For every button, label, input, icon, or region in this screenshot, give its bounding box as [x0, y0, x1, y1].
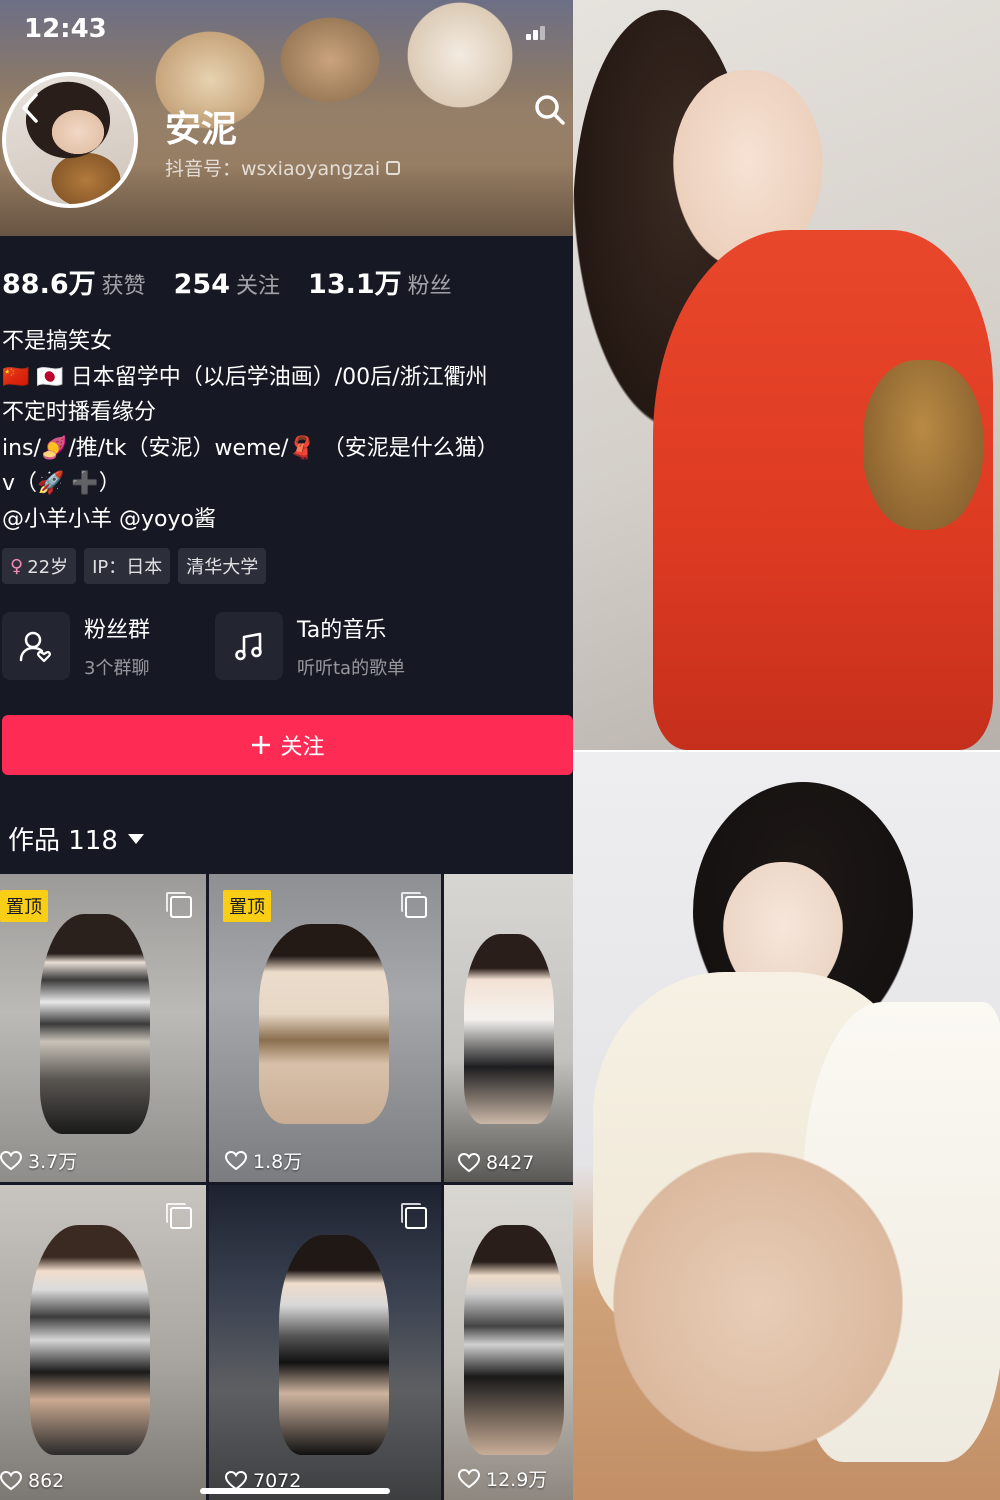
like-count-value: 1.8万	[253, 1151, 303, 1173]
works-tab[interactable]: 作品 118	[8, 820, 144, 857]
status-time: 12:43	[24, 14, 107, 44]
stat-value: 88.6万	[2, 269, 96, 300]
female-icon: ♀	[10, 555, 24, 577]
video-grid: 置顶 3.7万 置顶 1.8万 8427 862 7072 12.9万	[0, 874, 573, 1500]
heart-icon	[458, 1153, 480, 1173]
tag-ip: IP：日本	[84, 548, 171, 584]
copy-icon[interactable]	[386, 160, 401, 175]
like-count-value: 3.7万	[28, 1151, 78, 1173]
stat-followers[interactable]: 13.1万 粉丝	[308, 262, 452, 301]
stat-following[interactable]: 254 关注	[174, 268, 280, 300]
bio-line: ins/🍠/推/tk（安泥）weme/🧣 （安泥是什么猫）	[2, 435, 499, 461]
tag-label: 清华大学	[186, 557, 259, 578]
tag-label: IP：日本	[92, 557, 163, 578]
feature-title: 粉丝群	[84, 618, 151, 643]
heart-icon	[0, 1150, 22, 1170]
video-tile[interactable]: 12.9万	[444, 1185, 573, 1500]
multi-image-icon	[401, 892, 427, 918]
video-tile[interactable]: 置顶 1.8万	[209, 874, 441, 1182]
video-tile[interactable]: 置顶 3.7万	[0, 874, 206, 1182]
follow-label: 关注	[280, 735, 325, 760]
like-count: 862	[0, 1470, 64, 1492]
fans-group-icon	[2, 612, 70, 680]
tag-label: 22岁	[27, 557, 69, 578]
heart-icon	[225, 1150, 247, 1170]
photo-red-sweater	[573, 0, 1000, 750]
home-indicator[interactable]	[200, 1488, 390, 1494]
profile-bio: 不是搞笑女 🇨🇳 🇯🇵 日本留学中（以后学油画）/00后/浙江衢州 不定时播看缘…	[2, 324, 567, 537]
stat-value: 254	[173, 269, 231, 300]
multi-image-icon	[166, 1203, 192, 1229]
like-count: 12.9万	[458, 1465, 547, 1492]
profile-name: 安泥	[165, 109, 238, 150]
stat-value: 13.1万	[308, 269, 402, 300]
profile-tags: ♀ 22岁 IP：日本 清华大学	[2, 548, 267, 584]
feature-title: Ta的音乐	[297, 618, 387, 643]
multi-image-icon	[401, 1203, 427, 1229]
video-tile[interactable]: 7072	[209, 1185, 441, 1500]
douyin-id-text: 抖音号：wsxiaoyangzai	[165, 158, 381, 180]
like-count: 3.7万	[0, 1147, 77, 1174]
bio-mentions[interactable]: @小羊小羊 @yoyo酱	[2, 502, 567, 538]
profile-screen: 12:43 安泥 抖音号：wsxiaoyangzai 88.6万 获赞 254 …	[0, 0, 573, 1500]
bio-line: 不定时播看缘分	[2, 400, 157, 425]
like-count-value: 8427	[486, 1152, 535, 1174]
douyin-id[interactable]: 抖音号：wsxiaoyangzai	[165, 154, 401, 181]
works-label: 作品 118	[8, 826, 118, 856]
caret-down-icon	[127, 833, 144, 844]
stat-likes[interactable]: 88.6万 获赞	[2, 262, 146, 301]
pinned-badge: 置顶	[223, 890, 271, 922]
tag-school[interactable]: 清华大学	[178, 548, 267, 584]
heart-icon	[0, 1471, 22, 1491]
stat-label: 获赞	[101, 274, 146, 299]
photo-white-sweater	[573, 752, 1000, 1500]
plus-icon	[252, 736, 271, 754]
like-count-value: 12.9万	[486, 1469, 548, 1491]
feature-subtitle: 听听ta的歌单	[297, 658, 406, 679]
like-count-value: 862	[28, 1470, 65, 1492]
search-icon[interactable]	[528, 88, 572, 132]
video-tile[interactable]: 8427	[444, 874, 573, 1182]
pinned-badge: 置顶	[0, 890, 48, 922]
fans-group-entry[interactable]: 粉丝群 3个群聊	[2, 612, 150, 680]
like-count: 8427	[458, 1152, 534, 1174]
back-arrow-icon[interactable]	[12, 86, 48, 130]
profile-stats: 88.6万 获赞 254 关注 13.1万 粉丝	[2, 262, 452, 301]
stat-label: 关注	[236, 274, 281, 299]
heart-icon	[458, 1468, 480, 1488]
music-note-icon	[215, 612, 283, 680]
music-entry[interactable]: Ta的音乐 听听ta的歌单	[215, 612, 405, 680]
bio-line: 不是搞笑女	[2, 329, 113, 354]
multi-image-icon	[166, 892, 192, 918]
bio-line: 🇨🇳 🇯🇵 日本留学中（以后学油画）/00后/浙江衢州	[2, 364, 488, 390]
follow-button[interactable]: 关注	[2, 715, 573, 775]
like-count: 1.8万	[225, 1147, 302, 1174]
stat-label: 粉丝	[407, 274, 452, 299]
tag-age: ♀ 22岁	[2, 548, 77, 584]
video-tile[interactable]: 862	[0, 1185, 206, 1500]
feature-subtitle: 3个群聊	[84, 658, 150, 679]
signal-icon	[526, 26, 548, 40]
bio-line: v（🚀 ➕）	[2, 471, 121, 496]
